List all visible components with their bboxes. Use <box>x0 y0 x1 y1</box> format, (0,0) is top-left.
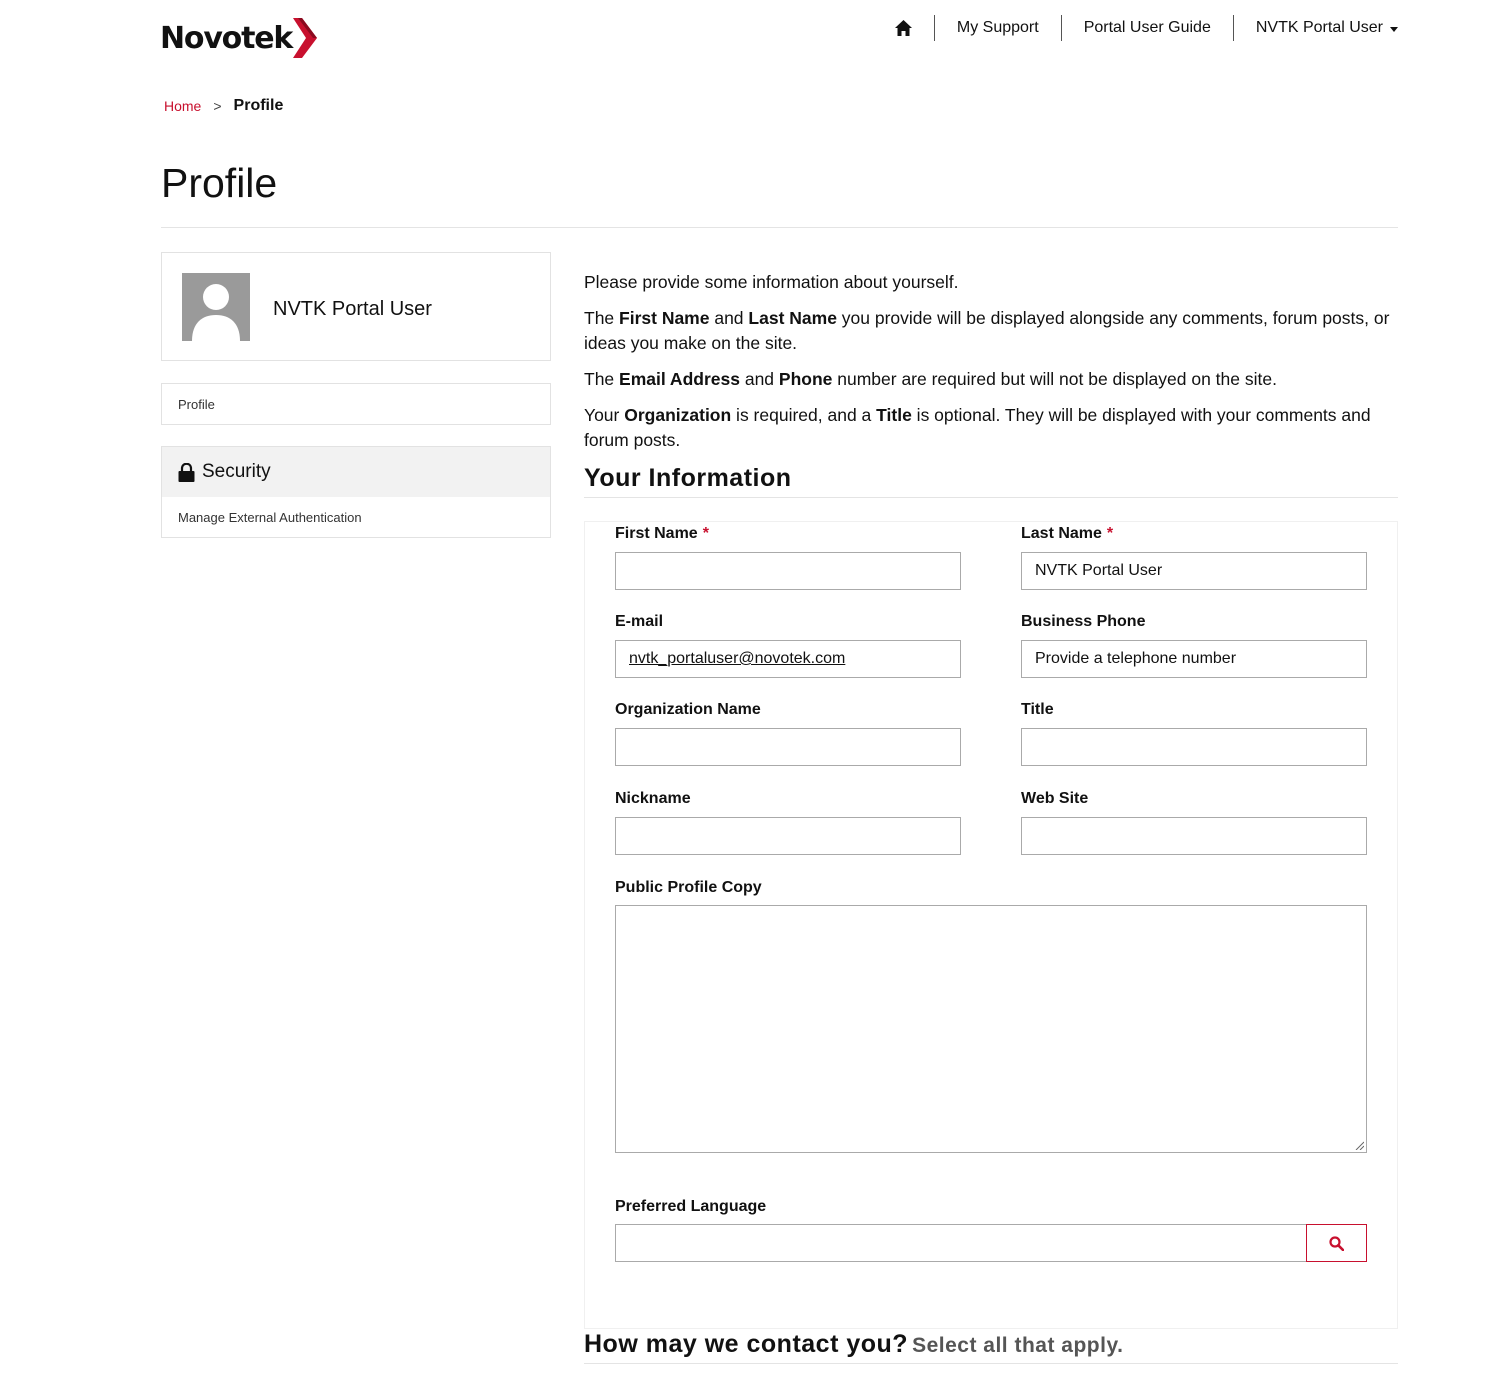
business-phone-label: Business Phone <box>1021 613 1146 630</box>
preferred-language-input[interactable] <box>615 1224 1307 1262</box>
logo-wordmark: Novotek <box>160 20 293 56</box>
sidebar-item-manage-external-auth[interactable]: Manage External Authentication <box>162 497 550 538</box>
section-divider <box>584 497 1398 498</box>
nav-my-support[interactable]: My Support <box>933 15 1061 41</box>
breadcrumb: Home > Profile <box>164 97 283 115</box>
intro-paragraph-2: The First Name and Last Name you provide… <box>584 308 1390 353</box>
contact-subtitle: Select all that apply. <box>912 1334 1124 1357</box>
breadcrumb-home[interactable]: Home <box>164 98 201 114</box>
breadcrumb-separator: > <box>213 98 222 114</box>
business-phone-input[interactable]: Provide a telephone number <box>1021 640 1367 678</box>
home-icon <box>894 20 912 36</box>
intro-text: Please provide some information about yo… <box>584 270 1414 464</box>
caret-down-icon <box>1390 26 1398 32</box>
avatar <box>182 273 250 341</box>
title-label: Title <box>1021 701 1054 718</box>
site-header: Novotek My Support Portal User Guide NVT… <box>0 0 1511 80</box>
email-input[interactable]: nvtk_portaluser@novotek.com <box>615 640 961 678</box>
user-card: NVTK Portal User <box>161 252 551 361</box>
intro-paragraph-3: The Email Address and Phone number are r… <box>584 369 1277 389</box>
section-title-your-information: Your Information <box>584 464 792 492</box>
intro-paragraph-1: Please provide some information about yo… <box>584 272 959 292</box>
organization-label: Organization Name <box>615 701 761 718</box>
breadcrumb-current: Profile <box>233 97 284 114</box>
nav-portal-user-guide[interactable]: Portal User Guide <box>1060 15 1233 41</box>
first-name-input[interactable] <box>615 552 961 590</box>
contact-divider <box>584 1363 1398 1364</box>
top-nav: My Support Portal User Guide NVTK Portal… <box>894 15 1398 41</box>
title-divider <box>161 227 1398 228</box>
last-name-input[interactable]: NVTK Portal User <box>1021 552 1367 590</box>
page-title: Profile <box>161 160 278 206</box>
website-input[interactable] <box>1021 817 1367 855</box>
resize-grip-icon[interactable] <box>1355 1141 1364 1150</box>
title-input[interactable] <box>1021 728 1367 766</box>
public-profile-label: Public Profile Copy <box>615 879 762 896</box>
nav-user-menu[interactable]: NVTK Portal User <box>1232 15 1398 41</box>
novotek-logo[interactable]: Novotek <box>160 18 318 58</box>
nickname-input[interactable] <box>615 817 961 855</box>
required-marker: * <box>1106 525 1114 542</box>
nav-home[interactable] <box>894 15 934 41</box>
preferred-language-label: Preferred Language <box>615 1198 767 1215</box>
security-heading: Security <box>162 447 550 497</box>
email-label: E-mail <box>615 613 664 630</box>
nickname-label: Nickname <box>615 790 691 807</box>
user-card-name: NVTK Portal User <box>273 298 432 320</box>
person-icon <box>182 273 250 341</box>
sidebar-item-profile[interactable]: Profile <box>161 383 551 425</box>
sidebar-security-section: Security Manage External Authentication <box>161 446 551 538</box>
public-profile-textarea[interactable] <box>615 905 1367 1153</box>
lock-icon <box>178 462 195 482</box>
organization-input[interactable] <box>615 728 961 766</box>
logo-chevron-icon <box>293 18 318 58</box>
section-title-contact: How may we contact you? Select all that a… <box>584 1330 1124 1358</box>
user-menu-label: NVTK Portal User <box>1255 19 1383 36</box>
required-marker: * <box>702 525 709 542</box>
first-name-label: First Name * <box>615 525 709 542</box>
intro-paragraph-4: Your Organization is required, and a Tit… <box>584 405 1371 450</box>
preferred-language-search-button[interactable] <box>1306 1224 1367 1262</box>
security-heading-label: Security <box>202 461 271 482</box>
last-name-label: Last Name * <box>1021 525 1114 542</box>
website-label: Web Site <box>1021 790 1089 807</box>
search-icon <box>1329 1235 1344 1251</box>
